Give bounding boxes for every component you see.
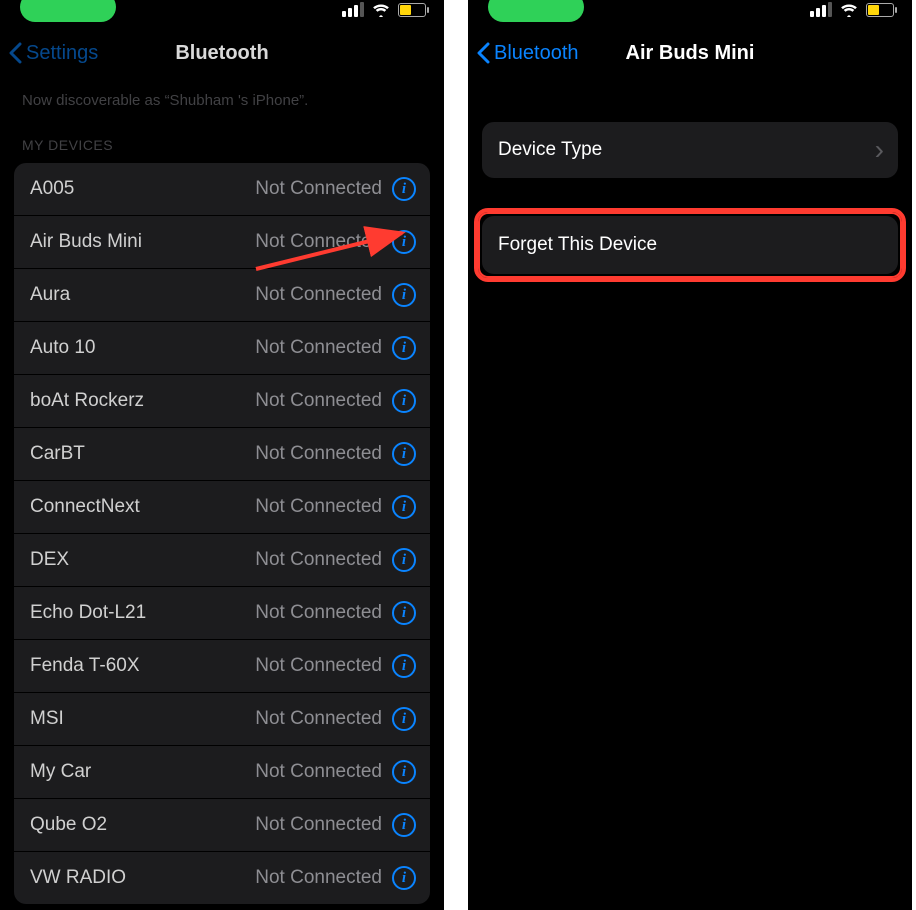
status-right-icons bbox=[342, 2, 426, 17]
device-status: Not Connected bbox=[255, 231, 382, 253]
device-name: Qube O2 bbox=[30, 814, 255, 836]
back-label: Bluetooth bbox=[494, 42, 579, 65]
device-row[interactable]: DEXNot Connected i bbox=[14, 534, 430, 587]
info-icon[interactable]: i bbox=[392, 283, 416, 307]
info-icon[interactable]: i bbox=[392, 548, 416, 572]
device-type-label: Device Type bbox=[498, 139, 875, 161]
nav-bar: Bluetooth Air Buds Mini bbox=[468, 28, 912, 78]
device-name: ConnectNext bbox=[30, 496, 255, 518]
section-header-my-devices: MY DEVICES bbox=[0, 115, 444, 163]
device-row[interactable]: Fenda T-60XNot Connected i bbox=[14, 640, 430, 693]
device-name: VW RADIO bbox=[30, 867, 255, 889]
info-icon[interactable]: i bbox=[392, 230, 416, 254]
device-status: Not Connected bbox=[255, 284, 382, 306]
my-devices-list: A005Not ConnectediAir Buds MiniNot Conne… bbox=[14, 163, 430, 904]
device-name: Auto 10 bbox=[30, 337, 255, 359]
device-status: Not Connected bbox=[255, 708, 382, 730]
phone-left-bluetooth-list: Settings Bluetooth Now discoverable as “… bbox=[0, 0, 444, 910]
forget-device-group: Forget This Device bbox=[482, 216, 898, 274]
device-status: Not Connected bbox=[255, 178, 382, 200]
device-row[interactable]: ConnectNextNot Connected i bbox=[14, 481, 430, 534]
status-bar bbox=[468, 0, 912, 28]
info-icon[interactable]: i bbox=[392, 442, 416, 466]
back-button[interactable]: Bluetooth bbox=[468, 42, 579, 65]
status-right-icons bbox=[810, 2, 894, 17]
device-row[interactable]: Air Buds MiniNot Connected i bbox=[14, 216, 430, 269]
device-row[interactable]: Qube O2Not Connected i bbox=[14, 799, 430, 852]
device-row[interactable]: Echo Dot-L21Not Connected i bbox=[14, 587, 430, 640]
device-status: Not Connected bbox=[255, 761, 382, 783]
device-status: Not Connected bbox=[255, 602, 382, 624]
device-row[interactable]: CarBTNot Connected i bbox=[14, 428, 430, 481]
device-row[interactable]: Auto 10Not Connected i bbox=[14, 322, 430, 375]
device-row[interactable]: A005Not Connected i bbox=[14, 163, 430, 216]
chevron-left-icon bbox=[476, 42, 490, 64]
device-row[interactable]: MSINot Connected i bbox=[14, 693, 430, 746]
device-name: MSI bbox=[30, 708, 255, 730]
wifi-icon bbox=[372, 3, 390, 17]
info-icon[interactable]: i bbox=[392, 654, 416, 678]
back-button[interactable]: Settings bbox=[0, 42, 98, 65]
discoverable-text: Now discoverable as “Shubham 's iPhone”. bbox=[0, 78, 444, 115]
info-icon[interactable]: i bbox=[392, 336, 416, 360]
device-name: CarBT bbox=[30, 443, 255, 465]
nav-bar: Settings Bluetooth bbox=[0, 28, 444, 78]
info-icon[interactable]: i bbox=[392, 707, 416, 731]
device-name: A005 bbox=[30, 178, 255, 200]
device-status: Not Connected bbox=[255, 390, 382, 412]
chevron-left-icon bbox=[8, 42, 22, 64]
wifi-icon bbox=[840, 3, 858, 17]
device-row[interactable]: AuraNot Connected i bbox=[14, 269, 430, 322]
battery-icon bbox=[866, 3, 894, 17]
device-name: Air Buds Mini bbox=[30, 231, 255, 253]
call-pill-indicator bbox=[20, 0, 116, 22]
info-icon[interactable]: i bbox=[392, 601, 416, 625]
device-status: Not Connected bbox=[255, 496, 382, 518]
forget-device-label: Forget This Device bbox=[498, 234, 882, 256]
device-status: Not Connected bbox=[255, 549, 382, 571]
device-name: DEX bbox=[30, 549, 255, 571]
forget-device-button[interactable]: Forget This Device bbox=[482, 216, 898, 274]
device-status: Not Connected bbox=[255, 655, 382, 677]
device-status: Not Connected bbox=[255, 867, 382, 889]
chevron-right-icon: › bbox=[875, 136, 884, 164]
device-name: Aura bbox=[30, 284, 255, 306]
device-row[interactable]: VW RADIONot Connected i bbox=[14, 852, 430, 904]
device-name: My Car bbox=[30, 761, 255, 783]
info-icon[interactable]: i bbox=[392, 389, 416, 413]
info-icon[interactable]: i bbox=[392, 813, 416, 837]
device-status: Not Connected bbox=[255, 443, 382, 465]
device-status: Not Connected bbox=[255, 814, 382, 836]
device-name: Fenda T-60X bbox=[30, 655, 255, 677]
info-icon[interactable]: i bbox=[392, 866, 416, 890]
phone-right-device-detail: Bluetooth Air Buds Mini Device Type › Fo… bbox=[468, 0, 912, 910]
device-type-row[interactable]: Device Type › bbox=[482, 122, 898, 178]
device-name: boAt Rockerz bbox=[30, 390, 255, 412]
device-type-group: Device Type › bbox=[482, 122, 898, 178]
battery-icon bbox=[398, 3, 426, 17]
cellular-signal-icon bbox=[810, 2, 832, 17]
info-icon[interactable]: i bbox=[392, 177, 416, 201]
device-row[interactable]: boAt RockerzNot Connected i bbox=[14, 375, 430, 428]
device-name: Echo Dot-L21 bbox=[30, 602, 255, 624]
call-pill-indicator bbox=[488, 0, 584, 22]
info-icon[interactable]: i bbox=[392, 760, 416, 784]
info-icon[interactable]: i bbox=[392, 495, 416, 519]
device-row[interactable]: My CarNot Connected i bbox=[14, 746, 430, 799]
status-bar bbox=[0, 0, 444, 28]
cellular-signal-icon bbox=[342, 2, 364, 17]
section-header-other-devices: OTHER DEVICES bbox=[0, 904, 444, 910]
back-label: Settings bbox=[26, 42, 98, 65]
device-status: Not Connected bbox=[255, 337, 382, 359]
